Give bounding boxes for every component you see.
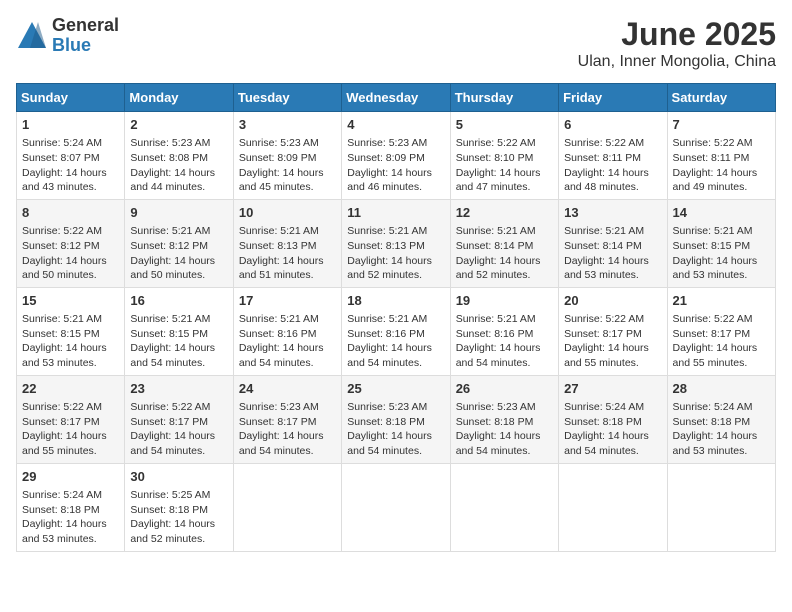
calendar-cell: 20Sunrise: 5:22 AMSunset: 8:17 PMDayligh… <box>559 287 667 375</box>
calendar-cell <box>342 463 450 551</box>
calendar-cell: 9Sunrise: 5:21 AMSunset: 8:12 PMDaylight… <box>125 199 233 287</box>
day-number: 25 <box>347 380 444 398</box>
calendar-cell: 5Sunrise: 5:22 AMSunset: 8:10 PMDaylight… <box>450 112 558 200</box>
logo-general-text: General <box>52 16 119 36</box>
calendar-cell: 7Sunrise: 5:22 AMSunset: 8:11 PMDaylight… <box>667 112 775 200</box>
day-number: 11 <box>347 204 444 222</box>
calendar-cell <box>559 463 667 551</box>
month-title: June 2025 <box>578 16 776 53</box>
calendar-cell: 16Sunrise: 5:21 AMSunset: 8:15 PMDayligh… <box>125 287 233 375</box>
col-header-monday: Monday <box>125 84 233 112</box>
calendar-cell: 25Sunrise: 5:23 AMSunset: 8:18 PMDayligh… <box>342 375 450 463</box>
calendar-cell <box>450 463 558 551</box>
day-number: 20 <box>564 292 661 310</box>
day-number: 7 <box>673 116 770 134</box>
calendar-cell: 29Sunrise: 5:24 AMSunset: 8:18 PMDayligh… <box>17 463 125 551</box>
calendar-cell <box>233 463 341 551</box>
day-number: 28 <box>673 380 770 398</box>
calendar-cell: 6Sunrise: 5:22 AMSunset: 8:11 PMDaylight… <box>559 112 667 200</box>
calendar-cell: 21Sunrise: 5:22 AMSunset: 8:17 PMDayligh… <box>667 287 775 375</box>
calendar-header-row: SundayMondayTuesdayWednesdayThursdayFrid… <box>17 84 776 112</box>
logo-blue-text: Blue <box>52 36 119 56</box>
calendar-cell: 28Sunrise: 5:24 AMSunset: 8:18 PMDayligh… <box>667 375 775 463</box>
day-number: 2 <box>130 116 227 134</box>
day-number: 27 <box>564 380 661 398</box>
calendar-cell: 18Sunrise: 5:21 AMSunset: 8:16 PMDayligh… <box>342 287 450 375</box>
calendar-cell: 11Sunrise: 5:21 AMSunset: 8:13 PMDayligh… <box>342 199 450 287</box>
calendar-cell: 30Sunrise: 5:25 AMSunset: 8:18 PMDayligh… <box>125 463 233 551</box>
day-number: 1 <box>22 116 119 134</box>
col-header-sunday: Sunday <box>17 84 125 112</box>
day-number: 6 <box>564 116 661 134</box>
day-number: 22 <box>22 380 119 398</box>
day-number: 3 <box>239 116 336 134</box>
calendar-cell: 8Sunrise: 5:22 AMSunset: 8:12 PMDaylight… <box>17 199 125 287</box>
col-header-friday: Friday <box>559 84 667 112</box>
col-header-saturday: Saturday <box>667 84 775 112</box>
title-area: June 2025 Ulan, Inner Mongolia, China <box>578 16 776 71</box>
calendar-cell: 4Sunrise: 5:23 AMSunset: 8:09 PMDaylight… <box>342 112 450 200</box>
day-number: 15 <box>22 292 119 310</box>
day-number: 26 <box>456 380 553 398</box>
day-number: 24 <box>239 380 336 398</box>
calendar-table: SundayMondayTuesdayWednesdayThursdayFrid… <box>16 83 776 552</box>
calendar-week-row: 29Sunrise: 5:24 AMSunset: 8:18 PMDayligh… <box>17 463 776 551</box>
calendar-cell: 14Sunrise: 5:21 AMSunset: 8:15 PMDayligh… <box>667 199 775 287</box>
col-header-tuesday: Tuesday <box>233 84 341 112</box>
day-number: 14 <box>673 204 770 222</box>
calendar-cell: 3Sunrise: 5:23 AMSunset: 8:09 PMDaylight… <box>233 112 341 200</box>
calendar-cell: 26Sunrise: 5:23 AMSunset: 8:18 PMDayligh… <box>450 375 558 463</box>
day-number: 16 <box>130 292 227 310</box>
logo-icon <box>16 20 48 52</box>
calendar-week-row: 22Sunrise: 5:22 AMSunset: 8:17 PMDayligh… <box>17 375 776 463</box>
calendar-cell: 13Sunrise: 5:21 AMSunset: 8:14 PMDayligh… <box>559 199 667 287</box>
logo: General Blue <box>16 16 119 56</box>
day-number: 29 <box>22 468 119 486</box>
calendar-cell: 2Sunrise: 5:23 AMSunset: 8:08 PMDaylight… <box>125 112 233 200</box>
day-number: 13 <box>564 204 661 222</box>
calendar-cell: 19Sunrise: 5:21 AMSunset: 8:16 PMDayligh… <box>450 287 558 375</box>
day-number: 8 <box>22 204 119 222</box>
calendar-cell: 23Sunrise: 5:22 AMSunset: 8:17 PMDayligh… <box>125 375 233 463</box>
day-number: 17 <box>239 292 336 310</box>
day-number: 12 <box>456 204 553 222</box>
calendar-cell: 27Sunrise: 5:24 AMSunset: 8:18 PMDayligh… <box>559 375 667 463</box>
col-header-thursday: Thursday <box>450 84 558 112</box>
calendar-cell: 12Sunrise: 5:21 AMSunset: 8:14 PMDayligh… <box>450 199 558 287</box>
page-header: General Blue June 2025 Ulan, Inner Mongo… <box>16 16 776 71</box>
day-number: 21 <box>673 292 770 310</box>
calendar-week-row: 15Sunrise: 5:21 AMSunset: 8:15 PMDayligh… <box>17 287 776 375</box>
day-number: 4 <box>347 116 444 134</box>
day-number: 30 <box>130 468 227 486</box>
calendar-cell: 17Sunrise: 5:21 AMSunset: 8:16 PMDayligh… <box>233 287 341 375</box>
col-header-wednesday: Wednesday <box>342 84 450 112</box>
day-number: 19 <box>456 292 553 310</box>
calendar-cell: 1Sunrise: 5:24 AMSunset: 8:07 PMDaylight… <box>17 112 125 200</box>
location-title: Ulan, Inner Mongolia, China <box>578 53 776 71</box>
day-number: 23 <box>130 380 227 398</box>
day-number: 18 <box>347 292 444 310</box>
calendar-week-row: 1Sunrise: 5:24 AMSunset: 8:07 PMDaylight… <box>17 112 776 200</box>
day-number: 10 <box>239 204 336 222</box>
day-number: 9 <box>130 204 227 222</box>
calendar-cell: 22Sunrise: 5:22 AMSunset: 8:17 PMDayligh… <box>17 375 125 463</box>
calendar-cell: 15Sunrise: 5:21 AMSunset: 8:15 PMDayligh… <box>17 287 125 375</box>
day-number: 5 <box>456 116 553 134</box>
calendar-cell: 10Sunrise: 5:21 AMSunset: 8:13 PMDayligh… <box>233 199 341 287</box>
calendar-cell: 24Sunrise: 5:23 AMSunset: 8:17 PMDayligh… <box>233 375 341 463</box>
calendar-week-row: 8Sunrise: 5:22 AMSunset: 8:12 PMDaylight… <box>17 199 776 287</box>
calendar-cell <box>667 463 775 551</box>
